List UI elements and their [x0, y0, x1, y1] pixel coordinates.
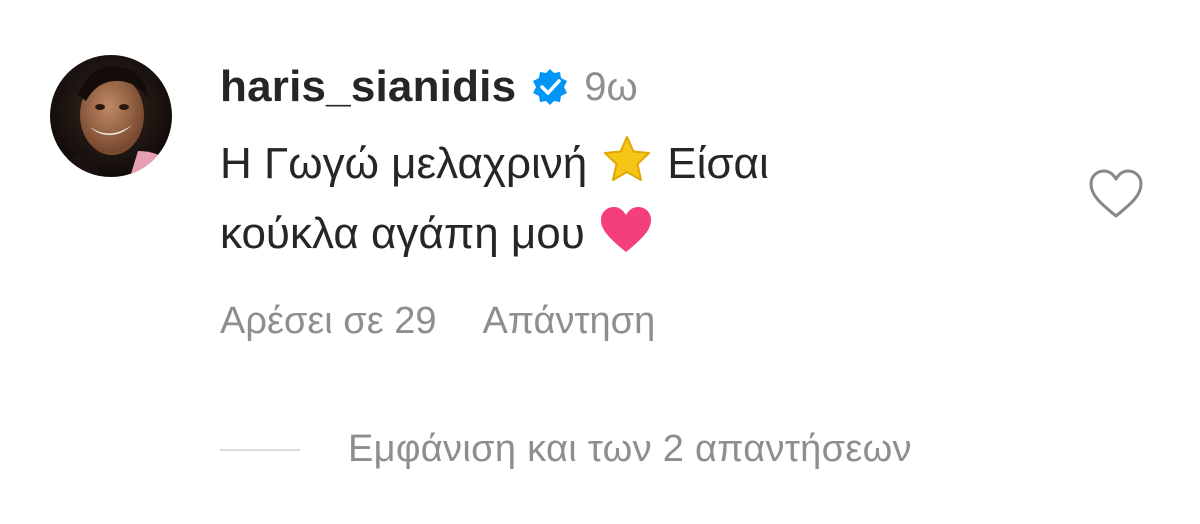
heart-outline-icon[interactable]: [1088, 168, 1144, 220]
view-replies-label: Εμφάνιση και των 2 απαντήσεων: [348, 428, 912, 470]
pink-heart-emoji-icon: [599, 206, 653, 272]
reply-button[interactable]: Απάντηση: [483, 300, 656, 343]
comment-text-part-3: κούκλα αγάπη μου: [220, 209, 585, 258]
username[interactable]: haris_sianidis: [220, 62, 516, 112]
avatar-image: [50, 55, 172, 177]
replies-divider: [220, 448, 300, 451]
verified-badge-icon: [530, 67, 570, 107]
comment-text-line-2: κούκλα αγάπη μου: [220, 202, 1000, 272]
star-emoji-icon: [601, 134, 653, 202]
likes-count[interactable]: Αρέσει σε 29: [220, 300, 437, 343]
timestamp[interactable]: 9ω: [584, 65, 637, 110]
comment-actions: Αρέσει σε 29 Απάντηση: [220, 300, 655, 343]
comment-header: haris_sianidis 9ω: [220, 62, 638, 112]
comment-item: haris_sianidis 9ω Η Γωγώ μελαχρινή Είσαι …: [0, 0, 1200, 524]
comment-text-line-1: Η Γωγώ μελαχρινή Είσαι: [220, 132, 1000, 202]
comment-text-part-2: Είσαι: [667, 139, 769, 188]
view-replies-button[interactable]: Εμφάνιση και των 2 απαντήσεων: [220, 428, 912, 471]
comment-text-part-1: Η Γωγώ μελαχρινή: [220, 139, 588, 188]
comment-text: Η Γωγώ μελαχρινή Είσαι κούκλα αγάπη μου: [220, 132, 1000, 272]
avatar[interactable]: [50, 55, 172, 177]
